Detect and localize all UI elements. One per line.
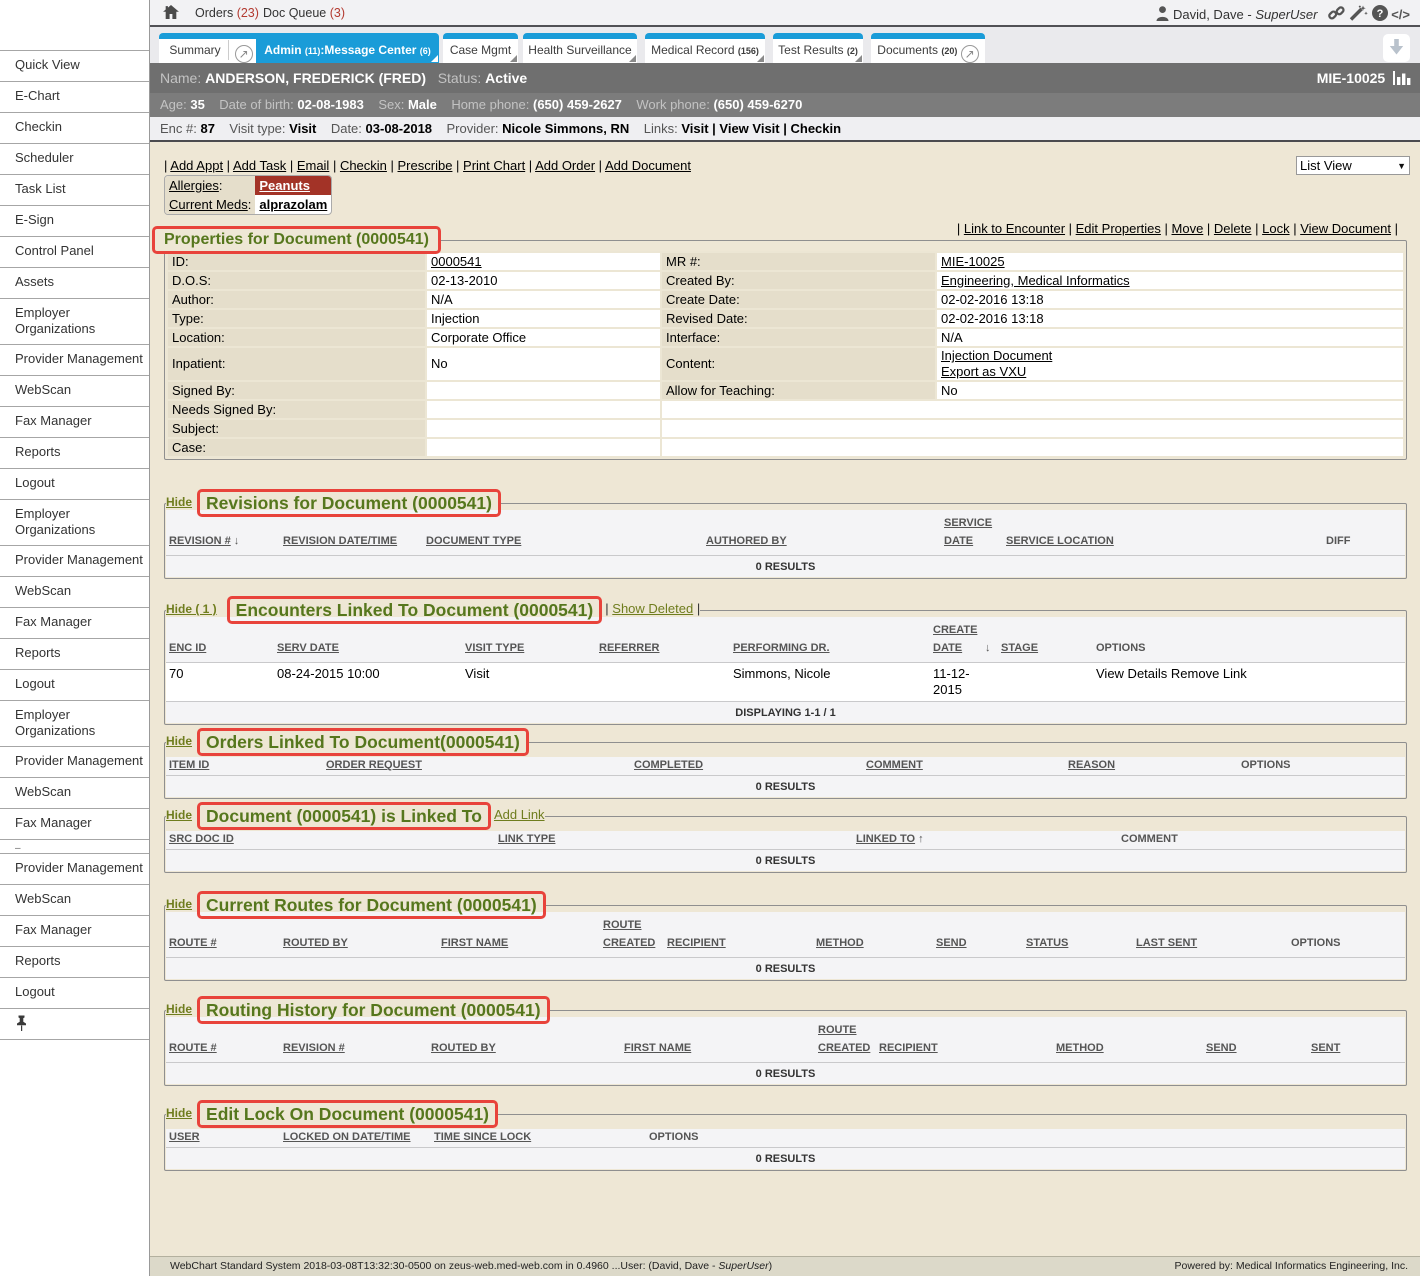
svg-text:?: ? — [1376, 8, 1383, 20]
